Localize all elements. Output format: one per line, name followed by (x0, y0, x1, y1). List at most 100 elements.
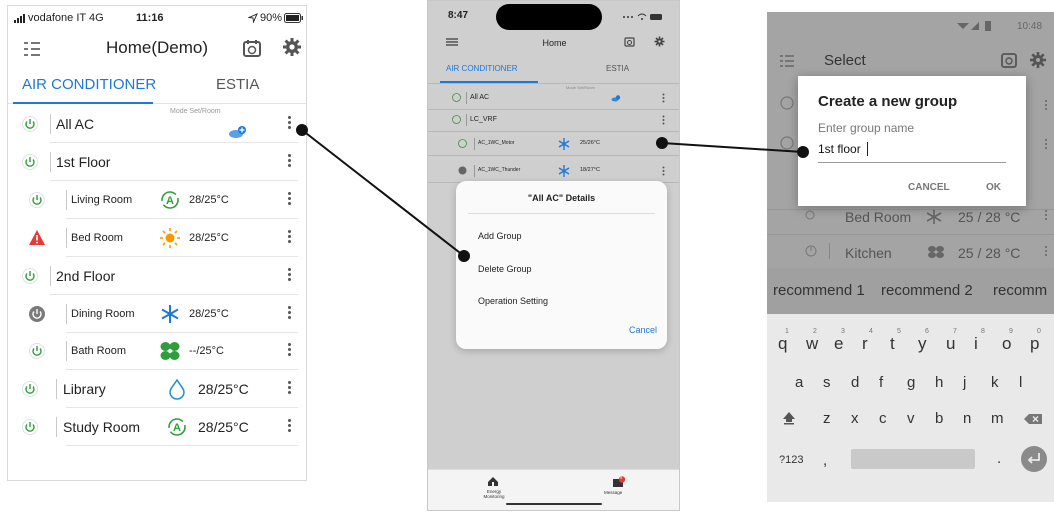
kebab-menu-icon[interactable] (1044, 100, 1048, 112)
tab-estia[interactable]: ESTIA (606, 64, 629, 73)
key-s[interactable]: s (823, 374, 831, 391)
power-icon[interactable] (21, 267, 39, 285)
key-p[interactable]: p (1030, 334, 1039, 354)
tab-air-conditioner[interactable]: AIR CONDITIONER (446, 64, 518, 73)
key-x[interactable]: x (851, 410, 859, 427)
power-icon[interactable] (28, 342, 46, 360)
energy-monitoring-icon[interactable] (487, 476, 499, 487)
key-b[interactable]: b (935, 410, 943, 427)
add-group-cloud-icon[interactable] (611, 95, 621, 102)
kebab-menu-icon[interactable] (286, 305, 292, 324)
list-item[interactable]: All AC (428, 86, 679, 110)
list-item[interactable]: Study Room A 28/25°C (8, 409, 306, 447)
power-icon[interactable] (452, 115, 461, 124)
settings-gear-icon[interactable] (1029, 51, 1047, 69)
tab-estia[interactable]: ESTIA (216, 76, 259, 93)
list-item[interactable]: Library 28/25°C (8, 371, 306, 409)
kebab-menu-icon[interactable] (286, 116, 292, 134)
kebab-menu-icon[interactable] (286, 419, 292, 437)
list-item[interactable]: 1st Floor (8, 144, 306, 181)
settings-gear-icon[interactable] (654, 36, 665, 47)
settings-gear-icon[interactable] (282, 37, 302, 57)
key-z[interactable]: z (823, 410, 831, 427)
power-icon[interactable] (452, 93, 461, 102)
kebab-menu-icon[interactable] (286, 267, 292, 286)
kebab-menu-icon[interactable] (286, 343, 292, 361)
kebab-menu-icon[interactable] (286, 229, 292, 248)
kebab-menu-icon[interactable] (1044, 139, 1048, 151)
schedule-calendar-icon[interactable] (242, 38, 262, 58)
kebab-menu-icon[interactable] (662, 93, 665, 103)
power-off-icon[interactable] (458, 166, 467, 175)
key-r[interactable]: r (862, 334, 868, 354)
ok-button[interactable]: OK (986, 182, 1001, 193)
list-item[interactable]: Bed Room 28/25°C (8, 220, 306, 257)
power-icon[interactable] (21, 380, 39, 398)
shift-icon[interactable] (782, 411, 796, 425)
key-o[interactable]: o (1002, 334, 1011, 354)
key-h[interactable]: h (935, 374, 943, 391)
key-j[interactable]: j (963, 374, 966, 391)
kebab-menu-icon[interactable] (1044, 246, 1048, 258)
key-f[interactable]: f (879, 374, 883, 391)
kebab-menu-icon[interactable] (1044, 210, 1048, 222)
key-q[interactable]: q (778, 334, 787, 354)
key-e[interactable]: e (834, 334, 843, 354)
kebab-menu-icon[interactable] (286, 191, 292, 210)
enter-key-icon[interactable] (1020, 445, 1048, 473)
tab-air-conditioner[interactable]: AIR CONDITIONER (22, 76, 156, 93)
kebab-menu-icon[interactable] (662, 115, 665, 125)
power-icon[interactable] (28, 191, 46, 209)
key-n[interactable]: n (963, 410, 971, 427)
power-icon[interactable] (21, 418, 39, 436)
list-item[interactable]: Dining Room 28/25°C (8, 296, 306, 333)
power-icon[interactable] (21, 115, 39, 133)
key-m[interactable]: m (991, 410, 1004, 427)
list-item[interactable]: 2nd Floor (8, 258, 306, 295)
group-name-input[interactable]: 1st floor (818, 142, 861, 156)
suggestion-2[interactable]: recommend 2 (881, 282, 973, 299)
add-group-cloud-icon[interactable] (228, 125, 248, 139)
delete-group-option[interactable]: Delete Group (478, 264, 532, 274)
cancel-button[interactable]: Cancel (629, 325, 657, 335)
list-item[interactable]: LC_VRF (428, 108, 679, 132)
menu-icon[interactable] (779, 54, 795, 68)
key-l[interactable]: l (1019, 374, 1022, 391)
kebab-menu-icon[interactable] (662, 139, 665, 149)
energy-monitoring-label[interactable]: Energy Monitoring (474, 489, 514, 499)
space-bar[interactable] (851, 449, 975, 469)
key-k[interactable]: k (991, 374, 999, 391)
list-item[interactable]: AC_1WC_Motor 25/26°C (428, 132, 679, 156)
suggestion-1[interactable]: recommend 1 (773, 282, 865, 299)
key-d[interactable]: d (851, 374, 859, 391)
suggestion-3[interactable]: recomm (993, 282, 1047, 299)
backspace-icon[interactable] (1023, 413, 1043, 425)
schedule-icon[interactable] (1000, 51, 1018, 69)
list-item[interactable]: Living Room A 28/25°C (8, 182, 306, 219)
key-a[interactable]: a (795, 374, 803, 391)
cancel-button[interactable]: CANCEL (908, 182, 950, 193)
key-t[interactable]: t (890, 334, 895, 354)
comma-key[interactable]: , (823, 452, 827, 469)
list-item[interactable]: AC_1WC_Thunder 18/27°C (428, 159, 679, 183)
key-u[interactable]: u (946, 334, 955, 354)
add-group-option[interactable]: Add Group (478, 231, 522, 241)
key-c[interactable]: c (879, 410, 887, 427)
key-v[interactable]: v (907, 410, 915, 427)
period-key[interactable]: . (997, 450, 1001, 467)
power-off-icon[interactable] (28, 305, 46, 323)
symbols-key[interactable]: ?123 (779, 454, 803, 466)
list-item[interactable]: Bath Room --/25°C (8, 333, 306, 371)
message-label[interactable]: Message (604, 490, 622, 495)
power-icon[interactable] (458, 139, 467, 148)
key-w[interactable]: w (806, 334, 818, 354)
kebab-menu-icon[interactable] (286, 381, 292, 399)
power-icon[interactable] (21, 153, 39, 171)
key-g[interactable]: g (907, 374, 915, 391)
list-item[interactable]: All AC (8, 106, 306, 143)
kebab-menu-icon[interactable] (662, 166, 665, 176)
key-y[interactable]: y (918, 334, 927, 354)
message-icon[interactable] (612, 476, 626, 488)
schedule-icon[interactable] (624, 36, 635, 47)
operation-setting-option[interactable]: Operation Setting (478, 296, 548, 306)
